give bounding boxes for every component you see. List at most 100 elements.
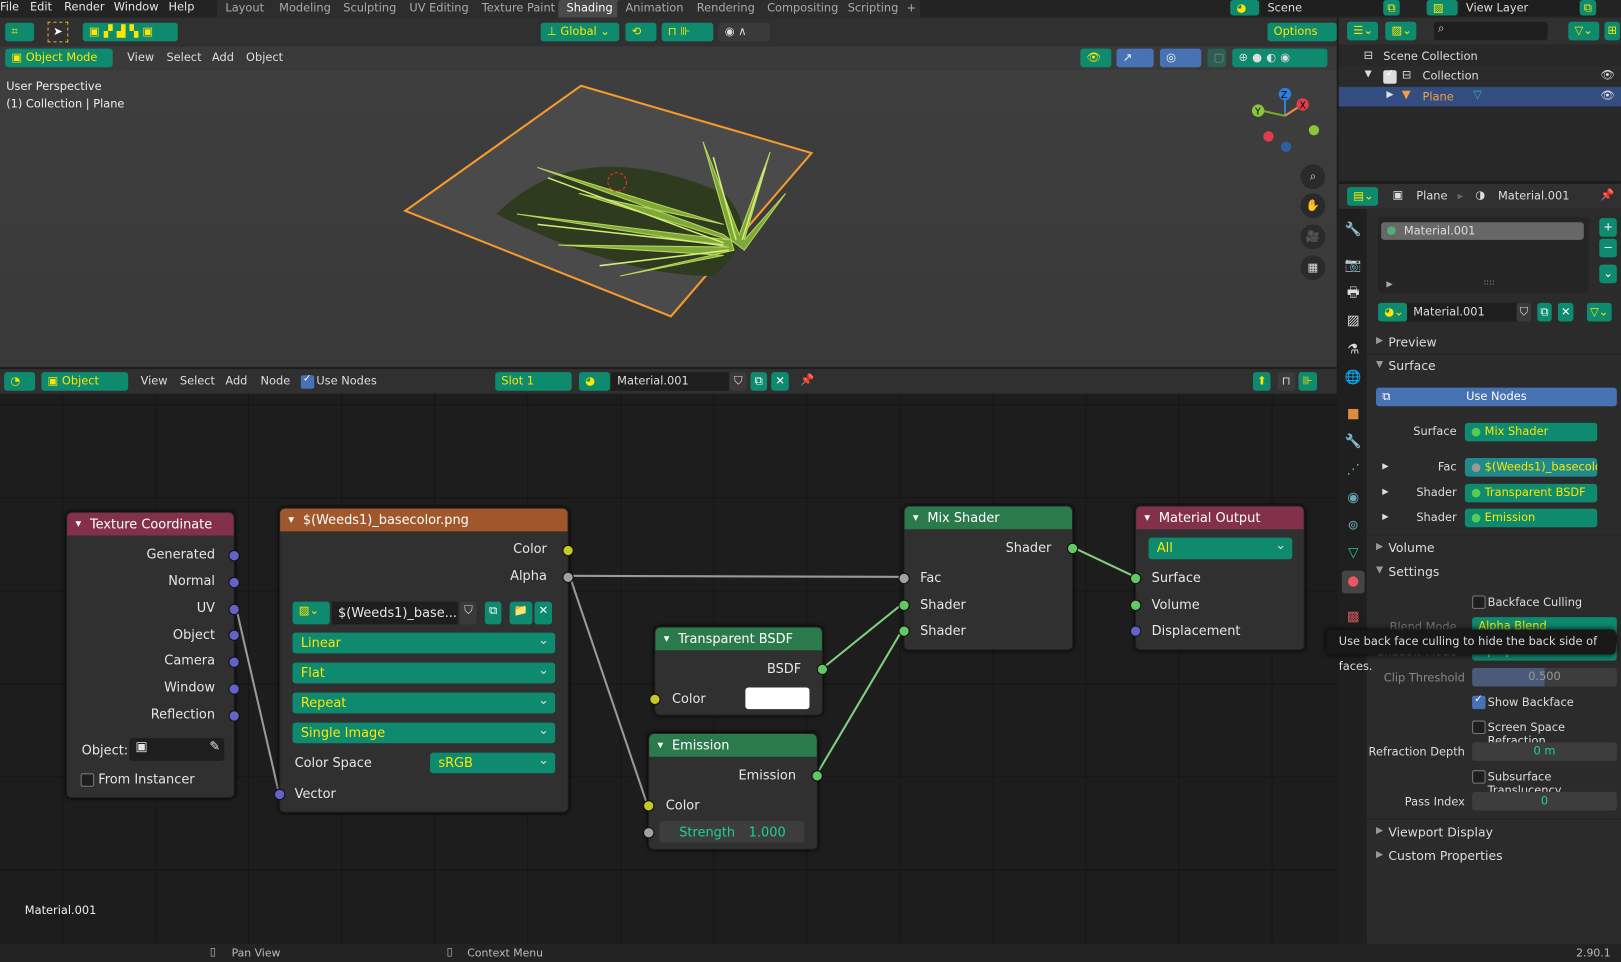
expand-arrow-icon[interactable]: ▼ bbox=[1376, 360, 1383, 370]
expand-arrow-icon[interactable]: ▼ bbox=[1376, 565, 1383, 575]
unlink-material-icon[interactable]: ✕ bbox=[771, 372, 790, 391]
expand-arrow-icon[interactable]: ▼ bbox=[1365, 69, 1372, 79]
tab-shading[interactable]: Shading bbox=[558, 0, 621, 18]
view-layer-field[interactable]: View Layer bbox=[1459, 0, 1580, 16]
fake-user-icon[interactable]: ⛉ bbox=[460, 601, 477, 625]
link-type-icon[interactable]: ▽⌄ bbox=[1586, 302, 1612, 322]
socket-camera[interactable] bbox=[228, 656, 240, 668]
socket-alpha-out[interactable] bbox=[562, 571, 574, 584]
menu-edit[interactable]: Edit bbox=[30, 0, 52, 17]
add-workspace-button[interactable]: + bbox=[902, 0, 921, 18]
fac-link-field[interactable]: ● $(Weeds1)_basecolo... bbox=[1464, 457, 1598, 477]
panel-volume[interactable]: Volume bbox=[1388, 541, 1434, 555]
filter-icon[interactable]: ▽⌄ bbox=[1568, 21, 1600, 41]
socket-color-in[interactable] bbox=[643, 800, 655, 812]
world-tab-icon[interactable]: 🌐 bbox=[1342, 367, 1365, 390]
image-browse-icon[interactable]: ▨⌄ bbox=[292, 601, 330, 625]
duplicate-material-icon[interactable]: ⧉ bbox=[1537, 302, 1552, 322]
visibility-icon[interactable]: 👁 bbox=[1080, 48, 1112, 68]
tab-compositing[interactable]: Compositing bbox=[758, 0, 847, 18]
node-menu-view[interactable]: View bbox=[134, 372, 173, 391]
node-menu-select[interactable]: Select bbox=[174, 372, 221, 391]
viewport-menu-add[interactable]: Add bbox=[205, 48, 241, 68]
node-header[interactable]: Material Output bbox=[1136, 506, 1304, 530]
expand-arrow-icon[interactable]: ▶ bbox=[1386, 90, 1393, 100]
material-name-field[interactable]: Material.001 bbox=[1407, 302, 1517, 322]
node-header[interactable]: Transparent BSDF bbox=[655, 627, 822, 651]
use-nodes-button[interactable]: ⧉ Use Nodes bbox=[1375, 387, 1617, 407]
material-slot-list[interactable]: ● Material.001 ▶ :::: bbox=[1378, 217, 1589, 294]
tab-sculpting[interactable]: Sculpting bbox=[334, 0, 405, 18]
render-tab-icon[interactable]: 📷 bbox=[1342, 254, 1365, 277]
tool-tab-icon[interactable]: 🔧 bbox=[1342, 219, 1365, 242]
xray-icon[interactable]: ▢ bbox=[1207, 48, 1227, 68]
scene-tab-icon[interactable]: ⚗ bbox=[1342, 339, 1365, 362]
outliner-row-plane[interactable]: ▶ ▼ Plane ▽ 👁 bbox=[1338, 86, 1621, 107]
material-tab-icon[interactable]: ● bbox=[1341, 570, 1365, 594]
select-tool-icon[interactable]: ➤ bbox=[47, 21, 69, 43]
tab-modeling[interactable]: Modeling bbox=[270, 0, 340, 18]
new-scene-icon[interactable]: ⧉ bbox=[1383, 0, 1400, 16]
panel-settings[interactable]: Settings bbox=[1388, 564, 1439, 578]
options-button[interactable]: Options ⌄ bbox=[1267, 22, 1337, 57]
selection-mode-icons[interactable]: ▣▞▟▚▣ bbox=[82, 22, 178, 42]
mode-dropdown[interactable]: ▣ Object Mode ⌄ bbox=[5, 48, 113, 83]
socket-volume-in[interactable] bbox=[1129, 599, 1142, 611]
expand-arrow-icon[interactable]: ▶ bbox=[1386, 279, 1392, 288]
material-name-field[interactable]: Material.001 bbox=[610, 372, 729, 391]
texture-tab-icon[interactable]: ▩ bbox=[1342, 606, 1365, 629]
menu-render[interactable]: Render bbox=[64, 0, 104, 17]
panel-custom-properties[interactable]: Custom Properties bbox=[1388, 849, 1502, 863]
socket-uv[interactable] bbox=[228, 603, 240, 616]
node-transparent-bsdf[interactable]: Transparent BSDF BSDF Color bbox=[649, 626, 829, 716]
expand-arrow-icon[interactable]: ▶ bbox=[1382, 461, 1388, 470]
color-space-dropdown[interactable]: sRGB bbox=[430, 750, 556, 774]
socket-object[interactable] bbox=[228, 629, 240, 641]
surface-link-field[interactable]: ● Mix Shader bbox=[1464, 422, 1598, 442]
zoom-icon[interactable]: ⌕ bbox=[1300, 164, 1326, 190]
target-dropdown[interactable]: All bbox=[1148, 534, 1293, 560]
modifier-tab-icon[interactable]: 🔧 bbox=[1342, 431, 1365, 454]
pin-icon[interactable]: 📌 bbox=[1600, 188, 1614, 201]
node-image-texture[interactable]: $(Weeds1)_basecolor.png Color Alpha ▨⌄ $… bbox=[273, 507, 574, 813]
slot-dropdown[interactable]: Slot 1 bbox=[495, 372, 572, 391]
node-editor-type-icon[interactable]: ◔ ⌄ bbox=[4, 372, 36, 406]
node-menu-node[interactable]: Node bbox=[254, 372, 296, 391]
backface-culling-checkbox[interactable] bbox=[1472, 595, 1486, 609]
eye-icon[interactable]: 👁 bbox=[1600, 89, 1614, 102]
shader1-link-field[interactable]: ● Transparent BSDF bbox=[1464, 483, 1598, 503]
collapse-arrow-icon[interactable]: ▶ bbox=[1376, 542, 1383, 552]
use-nodes-checkbox[interactable] bbox=[300, 373, 315, 389]
projection-dropdown[interactable]: Flat bbox=[292, 660, 556, 684]
navigation-gizmo[interactable]: Z X Y bbox=[1251, 87, 1320, 152]
socket-vector-in[interactable] bbox=[273, 788, 286, 801]
eyedropper-icon[interactable]: ✎ bbox=[209, 738, 220, 754]
menu-file[interactable]: File bbox=[0, 0, 19, 17]
tab-rendering[interactable]: Rendering bbox=[688, 0, 764, 18]
color-swatch[interactable] bbox=[745, 687, 810, 710]
eye-icon[interactable]: 👁 bbox=[1600, 68, 1614, 81]
outliner-row-collection[interactable]: ▼ ⊟ Collection 👁 bbox=[1338, 66, 1621, 87]
object-tab-icon[interactable]: ■ bbox=[1342, 403, 1365, 426]
strength-field[interactable]: Strength 1.000 bbox=[659, 820, 805, 843]
tab-texture-paint[interactable]: Texture Paint bbox=[473, 0, 564, 18]
editor-type-icon[interactable]: ▤⌄ bbox=[1347, 187, 1379, 206]
sss-checkbox[interactable] bbox=[1472, 770, 1486, 784]
pass-index-field[interactable]: 0 bbox=[1472, 791, 1617, 811]
fake-user-icon[interactable]: ⛉ bbox=[1516, 302, 1532, 322]
node-canvas[interactable]: Texture Coordinate Generated Normal UV O… bbox=[0, 393, 1337, 944]
show-backface-checkbox[interactable] bbox=[1472, 694, 1486, 710]
material-browse-icon[interactable]: ◕⌄ bbox=[1378, 302, 1408, 322]
node-header[interactable]: Texture Coordinate bbox=[67, 512, 234, 536]
panel-viewport-display[interactable]: Viewport Display bbox=[1388, 825, 1493, 839]
unlink-material-icon[interactable]: ✕ bbox=[1557, 302, 1574, 322]
viewport-menu-select[interactable]: Select bbox=[160, 48, 208, 68]
editor-type-icon[interactable]: ⌗ bbox=[5, 22, 35, 42]
socket-emission-out[interactable] bbox=[811, 770, 823, 782]
node-header[interactable]: Mix Shader bbox=[904, 506, 1073, 530]
fake-user-shield-icon[interactable]: ⛉ bbox=[729, 372, 747, 391]
node-header[interactable]: Emission bbox=[649, 733, 817, 757]
scene-selector-icon[interactable]: ◕ bbox=[1230, 0, 1260, 16]
new-view-layer-icon[interactable]: ⧉ bbox=[1579, 0, 1597, 16]
socket-bsdf-out[interactable] bbox=[816, 663, 829, 676]
